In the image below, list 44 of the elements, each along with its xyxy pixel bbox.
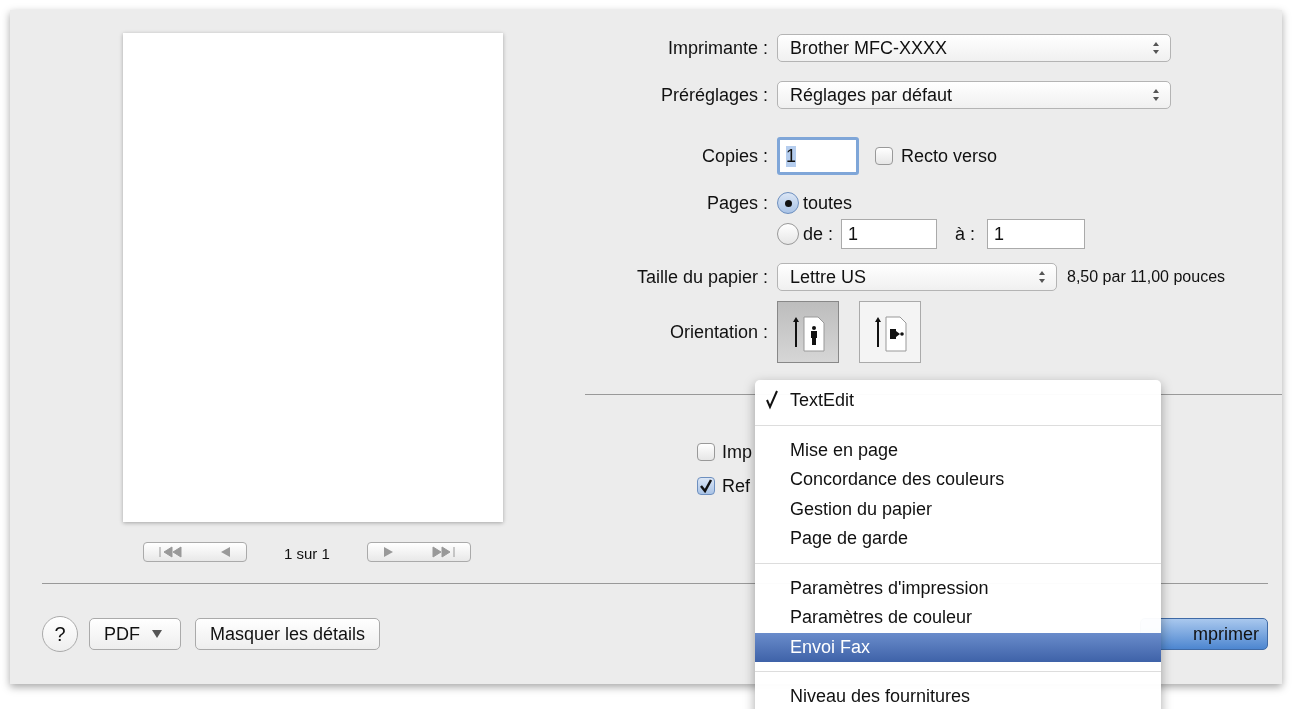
option-checkbox[interactable] xyxy=(697,477,715,495)
pages-label: Pages : xyxy=(705,192,769,214)
menu-item[interactable]: Niveau des fournitures xyxy=(755,682,1161,709)
help-button[interactable]: ? xyxy=(42,616,78,653)
menu-item[interactable]: Concordance des couleurs xyxy=(755,465,1161,495)
to-label: à : xyxy=(955,223,976,245)
stepper-arrows-icon xyxy=(1152,88,1160,102)
first-previous-page-button[interactable] xyxy=(143,541,247,562)
to-page-field[interactable]: 1 xyxy=(987,219,1086,249)
orientation-button[interactable] xyxy=(777,301,839,363)
option-checkbox[interactable] xyxy=(697,443,715,461)
pages-radio[interactable] xyxy=(777,223,799,245)
menu-item[interactable]: Mise en page xyxy=(755,435,1161,465)
copies-label: Copies : xyxy=(700,145,769,167)
option-label: Ref xyxy=(722,475,750,497)
stepper-arrows-icon xyxy=(1038,270,1046,284)
menu-item[interactable]: Envoi Fax xyxy=(755,632,1161,662)
from-page-field[interactable]: 1 xyxy=(841,219,938,249)
orientation-label: Orientation : xyxy=(668,321,769,343)
pdf-menu-button[interactable]: PDF xyxy=(89,618,181,651)
next-last-page-button[interactable] xyxy=(366,541,471,562)
stepper-arrows-icon xyxy=(1152,41,1160,55)
menu-item[interactable]: Paramètres d'impression xyxy=(755,573,1161,603)
hide-details-button[interactable]: Masquer les détails xyxy=(195,618,381,651)
duplex-checkbox[interactable] xyxy=(875,147,893,165)
presets-popup[interactable]: Réglages par défaut xyxy=(777,81,1171,109)
menu-item[interactable]: Page de garde xyxy=(755,524,1161,554)
paper-dimensions: 8,50 par 11,00 pouces xyxy=(1067,268,1226,286)
paper-size-label: Taille du papier : xyxy=(635,266,769,288)
option-label: Imp xyxy=(722,441,752,463)
pages-option-label: de : xyxy=(803,223,834,245)
pages-option-label: toutes xyxy=(803,192,853,214)
copies-field[interactable]: 1 xyxy=(777,137,859,175)
duplex-label: Recto verso xyxy=(901,145,998,167)
orientation-button[interactable] xyxy=(859,301,921,363)
presets-label: Préréglages : xyxy=(659,84,769,106)
printer-label: Imprimante : xyxy=(666,37,769,59)
dropdown-triangle-icon xyxy=(152,630,162,639)
paper-size-popup[interactable]: Lettre US xyxy=(777,263,1057,291)
menu-item[interactable]: Gestion du papier xyxy=(755,494,1161,524)
pages-radio[interactable] xyxy=(777,192,799,214)
printer-popup[interactable]: Brother MFC-XXXX xyxy=(777,34,1171,62)
menu-item[interactable]: TextEdit xyxy=(755,386,1161,416)
page-counter: 1 sur 1 xyxy=(284,545,330,562)
